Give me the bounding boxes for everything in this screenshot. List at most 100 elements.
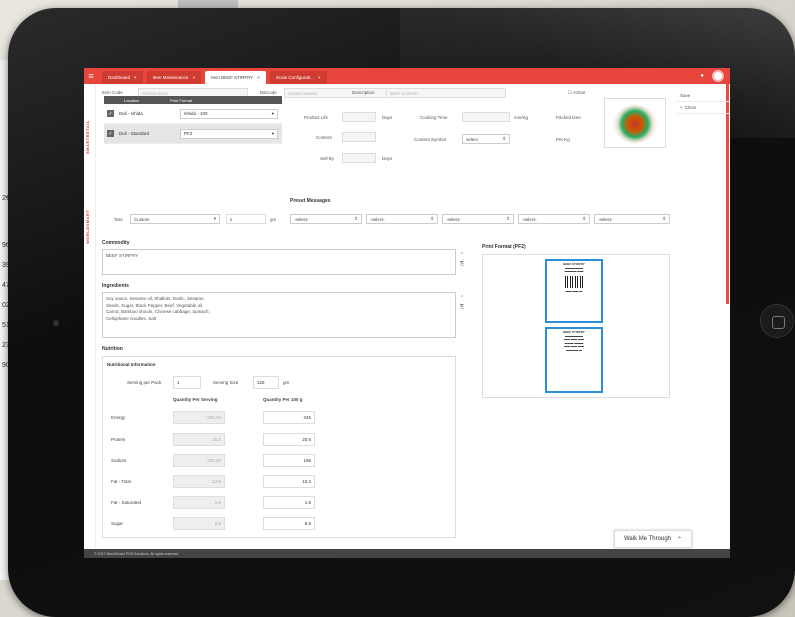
item-code-label: Item Code [102, 90, 123, 95]
sell-by-field[interactable] [342, 153, 376, 163]
chevron-updown-icon: ⇕ [662, 216, 666, 221]
preset-message-select[interactable]: -select- ⇕ [366, 214, 438, 224]
description-field[interactable]: BEEF STIRFRY [386, 88, 506, 98]
nutrient-name: Sodium [111, 458, 127, 463]
close-label: Close [684, 105, 697, 110]
hamburger-menu-icon[interactable]: ≡ [84, 68, 98, 84]
per-100g-field[interactable]: 20.6 [263, 433, 315, 446]
top-bar: ≡ Dashboard × Item Maintenance × Item BEEF… [84, 68, 730, 84]
nutrition-title: Nutrition [102, 346, 123, 352]
food-photo [613, 105, 657, 143]
days-label: Days [382, 115, 393, 120]
commodity-title: Commodity [102, 240, 130, 246]
tab-item-maintenance[interactable]: Item Maintenance × [146, 71, 202, 84]
camera-icon [53, 320, 59, 326]
serving-size-field[interactable]: 125 [253, 376, 279, 389]
print-format-preview: BEEF STIRFRY ▬▬▬▬▬▬ ▬▬▬▬ ▬▬ ▬▬ ▬▬ ▬ BEEF… [482, 254, 670, 398]
topbar-right: ● [700, 70, 724, 82]
per-serving-value: 306.25 [173, 411, 225, 424]
column-header-print-format: Print Format [170, 97, 193, 103]
preset-message-select[interactable]: -select- ⇕ [442, 214, 514, 224]
tab-scale-configuration[interactable]: Scale Configurati... × [269, 71, 327, 84]
chevron-updown-icon: ⇕ [430, 216, 434, 221]
nutrient-name: Protein [111, 437, 126, 442]
print-format-select[interactable]: PF2 ▾ [180, 128, 278, 139]
notification-icon[interactable]: ● [700, 73, 704, 79]
app-screen: ≡ Dashboard × Item Maintenance × Item BEEF… [84, 68, 730, 558]
select-value: PF2 [184, 131, 193, 136]
ingredients-tools: ⌃ ⎘ [460, 294, 464, 312]
preset-messages-title: Preset Messages [290, 198, 331, 204]
expand-icon[interactable]: ⌃ [460, 294, 464, 303]
chevron-updown-icon: ⇕ [502, 136, 506, 141]
checkbox-checked-icon[interactable]: ✓ [107, 130, 114, 137]
per-100g-field[interactable]: 245 [263, 411, 315, 424]
tare-unit-label: gm [270, 217, 277, 222]
save-button[interactable]: Save [676, 90, 730, 102]
content-symbol-select[interactable]: select ⇕ [462, 134, 510, 144]
copy-icon[interactable]: ⎘ [460, 303, 464, 312]
sell-by-label: Sell By [320, 156, 335, 161]
select-value: -select- [598, 216, 613, 222]
product-life-field[interactable] [342, 112, 376, 122]
active-label: Active [573, 90, 586, 95]
close-icon[interactable]: × [318, 75, 321, 80]
chevron-updown-icon: ⇕ [506, 216, 510, 221]
preset-message-select[interactable]: -select- ⇕ [594, 214, 670, 224]
select-value: Ishida - 100 [184, 111, 208, 116]
smartretail-logo: SMARTRETAIL [85, 120, 90, 154]
content-field[interactable] [342, 132, 376, 142]
per-kg-label: Per Kg [556, 137, 570, 142]
serving-size-label: Serving Size [213, 380, 239, 385]
avatar[interactable] [712, 70, 724, 82]
walk-me-label: Walk Me Through [623, 536, 671, 542]
per-100g-field[interactable]: 10.2 [263, 475, 315, 488]
print-format-title: Print Format (PF2) [482, 244, 526, 250]
cooking-unit-label: min/Kg [514, 115, 529, 120]
barcode-field[interactable]: 3209021390990 [284, 88, 394, 98]
packed-time-label: Packed time [556, 115, 581, 120]
column-header-per-serving: Quantity Per Serving [173, 397, 218, 402]
tab-dashboard[interactable]: Dashboard × [102, 71, 143, 84]
table-row[interactable]: ✓ Deli - Ishida Ishida - 100 ▾ [104, 104, 282, 124]
chevron-up-icon: ⌃ [677, 536, 683, 543]
preset-message-select[interactable]: -select- ⇕ [290, 214, 362, 224]
per-100g-field[interactable]: 186 [263, 454, 315, 467]
per-serving-value: 6.9 [173, 517, 225, 530]
tare-amount-field[interactable]: 0 [226, 214, 266, 224]
close-icon[interactable]: × [192, 75, 195, 80]
expand-icon[interactable]: ⌃ [460, 251, 464, 260]
walk-me-through-button[interactable]: Walk Me Through ⌃ [614, 530, 692, 548]
serving-per-pack-field[interactable]: 1 [173, 376, 201, 389]
close-button[interactable]: × Close [676, 102, 730, 114]
print-format-select[interactable]: Ishida - 100 ▾ [180, 108, 278, 119]
nutrient-name: Fat - Saturated [111, 500, 142, 505]
barcode-icon [565, 275, 583, 288]
cooking-time-field[interactable] [462, 112, 510, 122]
per-serving-value: 12.8 [173, 475, 225, 488]
table-row[interactable]: ✓ Deli - Standard PF2 ▾ [104, 124, 282, 144]
per-100g-field[interactable]: 1.5 [263, 496, 315, 509]
scrollbar[interactable] [726, 84, 729, 304]
home-button[interactable] [760, 304, 794, 338]
chevron-updown-icon: ⇕ [582, 216, 586, 221]
per-100g-field[interactable]: 5.5 [263, 517, 315, 530]
barcode-label: Barcode [260, 90, 277, 95]
column-header-location: Location [124, 97, 140, 103]
checkbox-checked-icon[interactable]: ✓ [107, 110, 114, 117]
nutrient-name: Energy [111, 415, 126, 420]
preset-message-select[interactable]: -select- ⇕ [518, 214, 590, 224]
cooking-time-label: Cooking Time [420, 115, 448, 120]
tab-item-beef-stirfry[interactable]: Item BEEF STIRFRY × [205, 71, 266, 84]
active-checkbox[interactable]: ☐ Active [568, 90, 585, 96]
close-icon[interactable]: × [257, 75, 260, 80]
select-value: select [466, 136, 478, 142]
ingredients-textarea[interactable]: Soy sauce, Sesame oil, Shallots, Garlic,… [102, 292, 456, 338]
close-icon[interactable]: × [134, 75, 137, 80]
background-object [178, 0, 238, 8]
copy-icon[interactable]: ⎘ [460, 260, 464, 269]
commodity-textarea[interactable]: BEEF STIRFRY [102, 249, 456, 275]
tare-label: Tare [114, 217, 123, 222]
per-serving-value: 25.2 [173, 433, 225, 446]
tare-select[interactable]: Custom ▾ [130, 214, 220, 224]
